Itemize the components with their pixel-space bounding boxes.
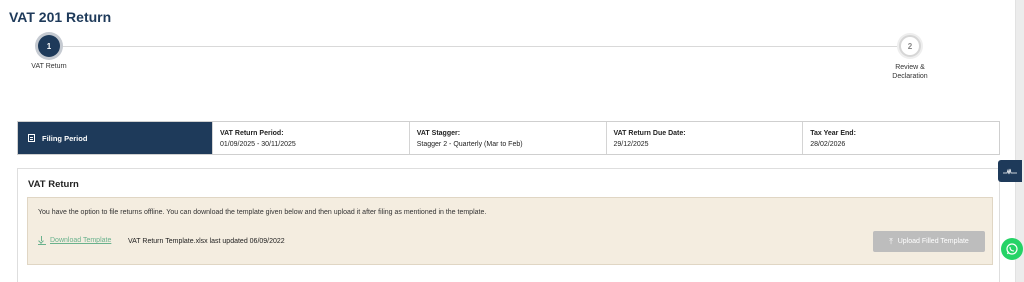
filing-period-title: Filing Period [42, 133, 88, 143]
document-icon [28, 134, 35, 142]
upload-button-label: Upload Filled Template [897, 238, 969, 245]
offline-filing-box: You have the option to file returns offl… [27, 197, 993, 265]
signature-tab[interactable] [998, 160, 1022, 182]
step-2-label: Review & Declaration [880, 63, 940, 81]
offline-info-text: You have the option to file returns offl… [38, 209, 487, 216]
whatsapp-icon [1006, 243, 1018, 255]
download-template-label: Download Template [50, 237, 112, 244]
step-1-indicator[interactable]: 1 [38, 35, 60, 57]
vat-due-date-label: VAT Return Due Date: [613, 130, 686, 137]
upload-icon: ⤒ [889, 236, 893, 246]
vat-due-date: VAT Return Due Date: 29/12/2025 [605, 122, 803, 154]
vat-return-page: VAT 201 Return 1 VAT Return 2 Review & D… [0, 0, 1016, 282]
upload-filled-template-button[interactable]: ⤒ Upload Filled Template [873, 231, 985, 252]
vat-return-panel: VAT Return You have the option to file r… [17, 168, 1000, 282]
signature-icon [1003, 168, 1017, 175]
tax-year-end: Tax Year End: 28/02/2026 [802, 122, 999, 154]
vat-stagger-value: Stagger 2 - Quarterly (Mar to Feb) [416, 141, 523, 148]
tax-year-end-label: Tax Year End: [810, 130, 856, 137]
vat-return-title: VAT Return [28, 179, 79, 190]
vat-return-period-label: VAT Return Period: [220, 130, 284, 137]
vat-due-date-value: 29/12/2025 [613, 141, 649, 148]
tax-year-end-value: 28/02/2026 [810, 141, 846, 148]
filing-period-bar: Filing Period VAT Return Period: 01/09/2… [17, 121, 1000, 155]
step-1-label: VAT Return [31, 63, 67, 70]
step-2-indicator[interactable]: 2 [899, 35, 921, 57]
vat-stagger-label: VAT Stagger: [416, 130, 461, 137]
vat-stagger: VAT Stagger: Stagger 2 - Quarterly (Mar … [408, 122, 606, 154]
download-template-link[interactable]: Download Template [38, 236, 111, 245]
template-info: VAT Return Template.xlsx last updated 06… [128, 238, 285, 245]
vat-return-period-value: 01/09/2025 - 30/11/2025 [220, 141, 296, 148]
download-icon [38, 236, 46, 245]
stepper-line [60, 46, 900, 47]
vat-return-period: VAT Return Period: 01/09/2025 - 30/11/20… [212, 122, 409, 154]
page-title: VAT 201 Return [9, 9, 112, 25]
filing-period-header: Filing Period [18, 122, 212, 154]
whatsapp-button[interactable] [1001, 238, 1023, 260]
step-2-label-text: Review & Declaration [892, 64, 928, 80]
